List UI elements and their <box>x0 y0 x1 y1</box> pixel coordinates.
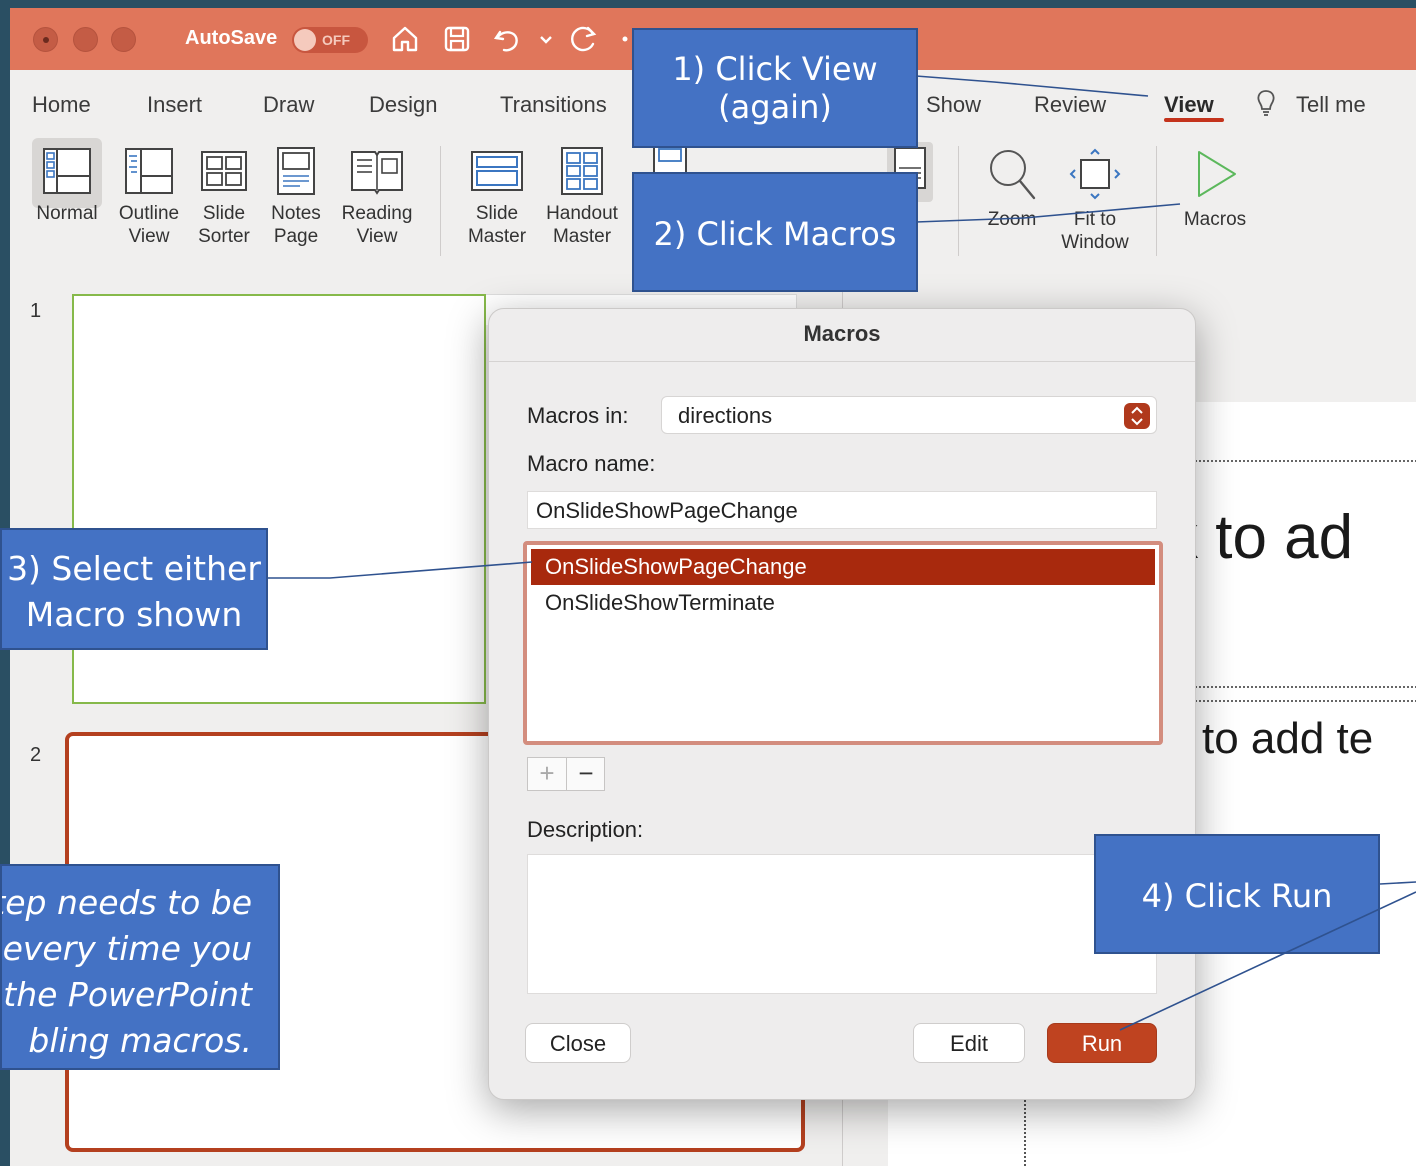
macro-list[interactable]: OnSlideShowPageChange OnSlideShowTermina… <box>523 541 1163 745</box>
callout-step-1: 1) Click View (again) <box>632 28 918 148</box>
add-remove-control: + − <box>527 757 605 791</box>
outline-view-button[interactable]: Outline View <box>112 146 186 248</box>
undo-icon[interactable] <box>490 22 524 56</box>
normal-label: Normal <box>36 203 98 224</box>
close-window-button[interactable] <box>33 27 58 52</box>
macros-button[interactable]: Macros <box>1174 146 1256 231</box>
slide-sorter-icon <box>201 151 247 191</box>
lightbulb-icon[interactable] <box>1254 88 1278 118</box>
toolbar-separator <box>440 146 441 256</box>
notes-page-icon <box>277 147 315 195</box>
handout-master-label: Handout Master <box>546 203 618 247</box>
macros-in-select[interactable]: directions <box>661 396 1157 434</box>
zoom-label: Zoom <box>987 209 1037 230</box>
callout-step-3: 3) Select either Macro shown <box>0 528 268 650</box>
macros-in-value: directions <box>678 403 773 428</box>
notes-page-button[interactable]: Notes Page <box>264 146 328 248</box>
edit-button[interactable]: Edit <box>913 1023 1025 1063</box>
redo-icon[interactable] <box>566 22 600 56</box>
slide-sorter-label: Slide Sorter <box>198 203 250 247</box>
dialog-title: Macros <box>803 321 881 346</box>
callout-note: tep needs to be every time you the Power… <box>0 864 280 1070</box>
tab-draw[interactable]: Draw <box>263 92 314 118</box>
toolbar-separator <box>958 146 959 256</box>
home-icon[interactable] <box>388 22 422 56</box>
select-stepper-icon <box>1124 403 1150 429</box>
add-macro-button[interactable]: + <box>528 758 567 790</box>
magnifier-icon <box>990 150 1036 200</box>
fit-to-window-button[interactable]: Fit to Window <box>1054 146 1136 254</box>
tab-design[interactable]: Design <box>369 92 437 118</box>
callout-step-2-text: 2) Click Macros <box>653 215 897 253</box>
macro-name-input[interactable]: OnSlideShowPageChange <box>527 491 1157 529</box>
autosave-toggle[interactable]: OFF <box>292 27 368 53</box>
callout-step-2: 2) Click Macros <box>632 172 918 292</box>
autosave-state: OFF <box>322 32 350 48</box>
macros-label: Macros <box>1183 209 1247 230</box>
undo-dropdown-icon[interactable] <box>536 22 556 56</box>
tab-tell-me[interactable]: Tell me <box>1296 92 1366 118</box>
slide-sorter-button[interactable]: Slide Sorter <box>194 146 254 248</box>
description-box[interactable] <box>527 854 1157 994</box>
handout-master-icon <box>561 147 603 195</box>
tab-slide-show[interactable]: Show <box>926 92 981 118</box>
reading-view-icon <box>351 151 403 195</box>
run-button[interactable]: Run <box>1047 1023 1157 1063</box>
dialog-title-divider <box>489 361 1195 362</box>
slide-master-button[interactable]: Slide Master <box>462 146 532 248</box>
macro-list-item-selected[interactable]: OnSlideShowPageChange <box>531 549 1155 585</box>
macro-name-label: Macro name: <box>527 451 656 476</box>
macros-dialog: Macros Macros in: directions Macro name:… <box>488 308 1196 1100</box>
slide-master-icon <box>471 151 523 191</box>
callout-step-1-text: 1) Click View (again) <box>672 50 878 126</box>
slide-number-1: 1 <box>30 300 42 322</box>
reading-view-button[interactable]: Reading View <box>338 146 416 248</box>
close-button[interactable]: Close <box>525 1023 631 1063</box>
macros-in-label: Macros in: <box>527 403 629 428</box>
callout-step-4-text: 4) Click Run <box>1141 877 1333 915</box>
handout-master-button[interactable]: Handout Master <box>540 146 624 248</box>
remove-macro-button[interactable]: − <box>567 758 605 790</box>
normal-view-icon <box>43 148 91 194</box>
tab-review[interactable]: Review <box>1034 92 1106 118</box>
description-label: Description: <box>527 817 644 842</box>
callout-step-3-text: 3) Select either Macro shown <box>7 549 261 634</box>
slide-number-2: 2 <box>30 744 42 766</box>
save-icon[interactable] <box>440 22 474 56</box>
normal-view-button[interactable]: Normal <box>32 146 102 225</box>
tab-transitions[interactable]: Transitions <box>500 92 607 118</box>
minimize-window-button[interactable] <box>73 27 98 52</box>
tab-home[interactable]: Home <box>32 92 91 118</box>
fit-to-window-label: Fit to Window <box>1061 209 1129 253</box>
zoom-button[interactable]: Zoom <box>980 146 1044 231</box>
macro-name-value: OnSlideShowPageChange <box>536 498 798 523</box>
macro-list-item[interactable]: OnSlideShowTerminate <box>531 585 1155 621</box>
zoom-window-button[interactable] <box>111 27 136 52</box>
subtitle-placeholder-text[interactable]: to add te <box>1202 714 1373 764</box>
slide-master-label: Slide Master <box>467 203 527 247</box>
play-icon <box>1198 151 1236 197</box>
outline-view-icon <box>125 148 173 194</box>
more-icon[interactable] <box>618 22 632 56</box>
fit-to-window-icon <box>1069 148 1121 200</box>
autosave-label: AutoSave <box>185 27 278 49</box>
callout-note-text: tep needs to be every time you the Power… <box>2 883 252 1060</box>
reading-view-label: Reading View <box>341 203 413 247</box>
toolbar-separator <box>1156 146 1157 256</box>
outline-view-label: Outline View <box>118 203 180 247</box>
notes-page-label: Notes Page <box>271 203 321 247</box>
tab-view[interactable]: View <box>1164 92 1214 118</box>
callout-step-4: 4) Click Run <box>1094 834 1380 954</box>
active-tab-indicator <box>1164 118 1224 122</box>
tab-insert[interactable]: Insert <box>147 92 202 118</box>
